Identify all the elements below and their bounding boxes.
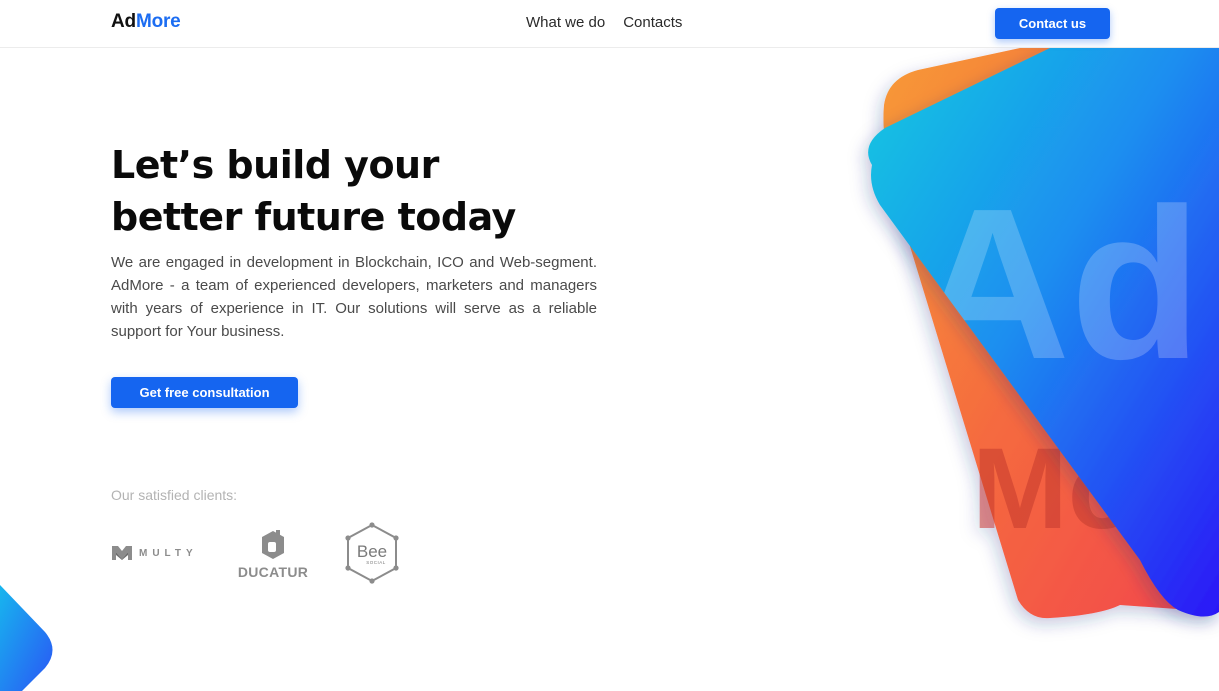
- multy-logo-icon: [112, 546, 132, 560]
- beesocial-logo-text: Bee: [357, 542, 387, 561]
- ducatur-logo-text: DUCATUR: [237, 564, 309, 580]
- beesocial-logo-subtext: SOCIAL: [366, 560, 386, 565]
- clients-label: Our satisfied clients:: [111, 487, 238, 503]
- client-logo-ducatur: DUCATUR: [236, 528, 310, 580]
- front-card: Ad: [868, 48, 1219, 617]
- hero-title-line-2: better future today: [111, 195, 516, 239]
- hero-title: Let’s build your better future today: [111, 139, 631, 243]
- site-header: AdMore What we do Contacts Contact us: [0, 0, 1219, 48]
- main-nav: What we do Contacts: [526, 14, 682, 31]
- front-card-text: Ad: [915, 163, 1202, 404]
- client-logo-multy: MULTY: [111, 545, 198, 561]
- hero-decoration: Mo Ad: [0, 48, 1219, 691]
- logo-part-ad: Ad: [111, 11, 136, 32]
- contact-us-button[interactable]: Contact us: [995, 8, 1110, 39]
- back-card-text: Mo: [972, 425, 1138, 553]
- hero-title-line-1: Let’s build your: [111, 143, 439, 187]
- nav-link-contacts[interactable]: Contacts: [623, 14, 682, 31]
- get-free-consultation-button[interactable]: Get free consultation: [111, 377, 298, 408]
- hero-description: We are engaged in development in Blockch…: [111, 254, 597, 340]
- site-logo[interactable]: AdMore: [111, 11, 181, 33]
- multy-logo-text: MULTY: [139, 547, 198, 559]
- ducatur-logo-icon: [262, 530, 284, 559]
- beesocial-logo-icon: Bee SOCIAL: [345, 522, 399, 584]
- corner-shape: [0, 585, 53, 691]
- nav-link-what-we-do[interactable]: What we do: [526, 14, 605, 31]
- logo-part-more: More: [135, 11, 181, 32]
- back-card: Mo: [883, 48, 1219, 619]
